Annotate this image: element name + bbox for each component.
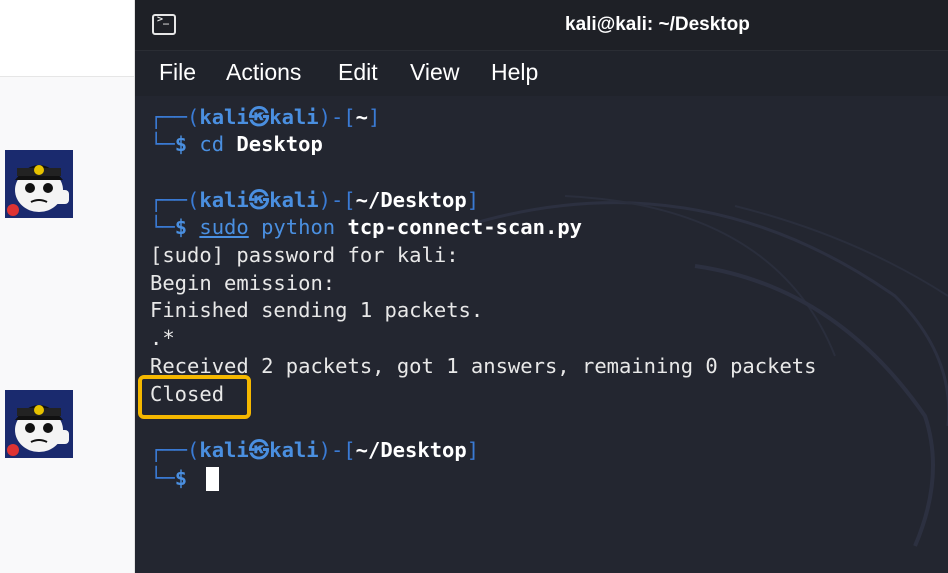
prompt-line: ┌──(kali㉿kali)-[~/Desktop] [150,438,480,462]
text-cursor [206,467,219,491]
output-line: .* [150,326,175,350]
terminal-output[interactable] [135,96,948,573]
menu-edit[interactable]: Edit [338,59,378,86]
terminal-icon: >_ [152,14,176,35]
left-panel [0,0,134,573]
menu-help[interactable]: Help [491,59,538,86]
output-line: Begin emission: [150,271,336,295]
left-panel-header [0,0,134,77]
command-line: └─$ sudo python tcp-connect-scan.py [150,215,582,239]
avatar-icon[interactable] [5,150,73,218]
highlight-box [138,375,251,419]
command-line: └─$ [150,466,188,490]
menu-bar: File Actions Edit View Help [135,51,948,95]
prompt-line: ┌──(kali㉿kali)-[~] [150,105,381,129]
output-line: [sudo] password for kali: [150,243,459,267]
terminal-window: >_ kali@kali: ~/Desktop File Actions Edi… [135,0,948,573]
title-bar[interactable]: >_ kali@kali: ~/Desktop [135,0,948,51]
menu-actions[interactable]: Actions [226,59,301,86]
kali-dragon-watermark [464,195,948,547]
command-line: └─$ cd Desktop [150,132,323,156]
output-line: Received 2 packets, got 1 answers, remai… [150,354,817,378]
window-title: kali@kali: ~/Desktop [565,14,750,35]
avatar-icon[interactable] [5,390,73,458]
prompt-line: ┌──(kali㉿kali)-[~/Desktop] [150,188,480,212]
output-line: Finished sending 1 packets. [150,298,484,322]
menu-view[interactable]: View [410,59,459,86]
menu-file[interactable]: File [159,59,196,86]
